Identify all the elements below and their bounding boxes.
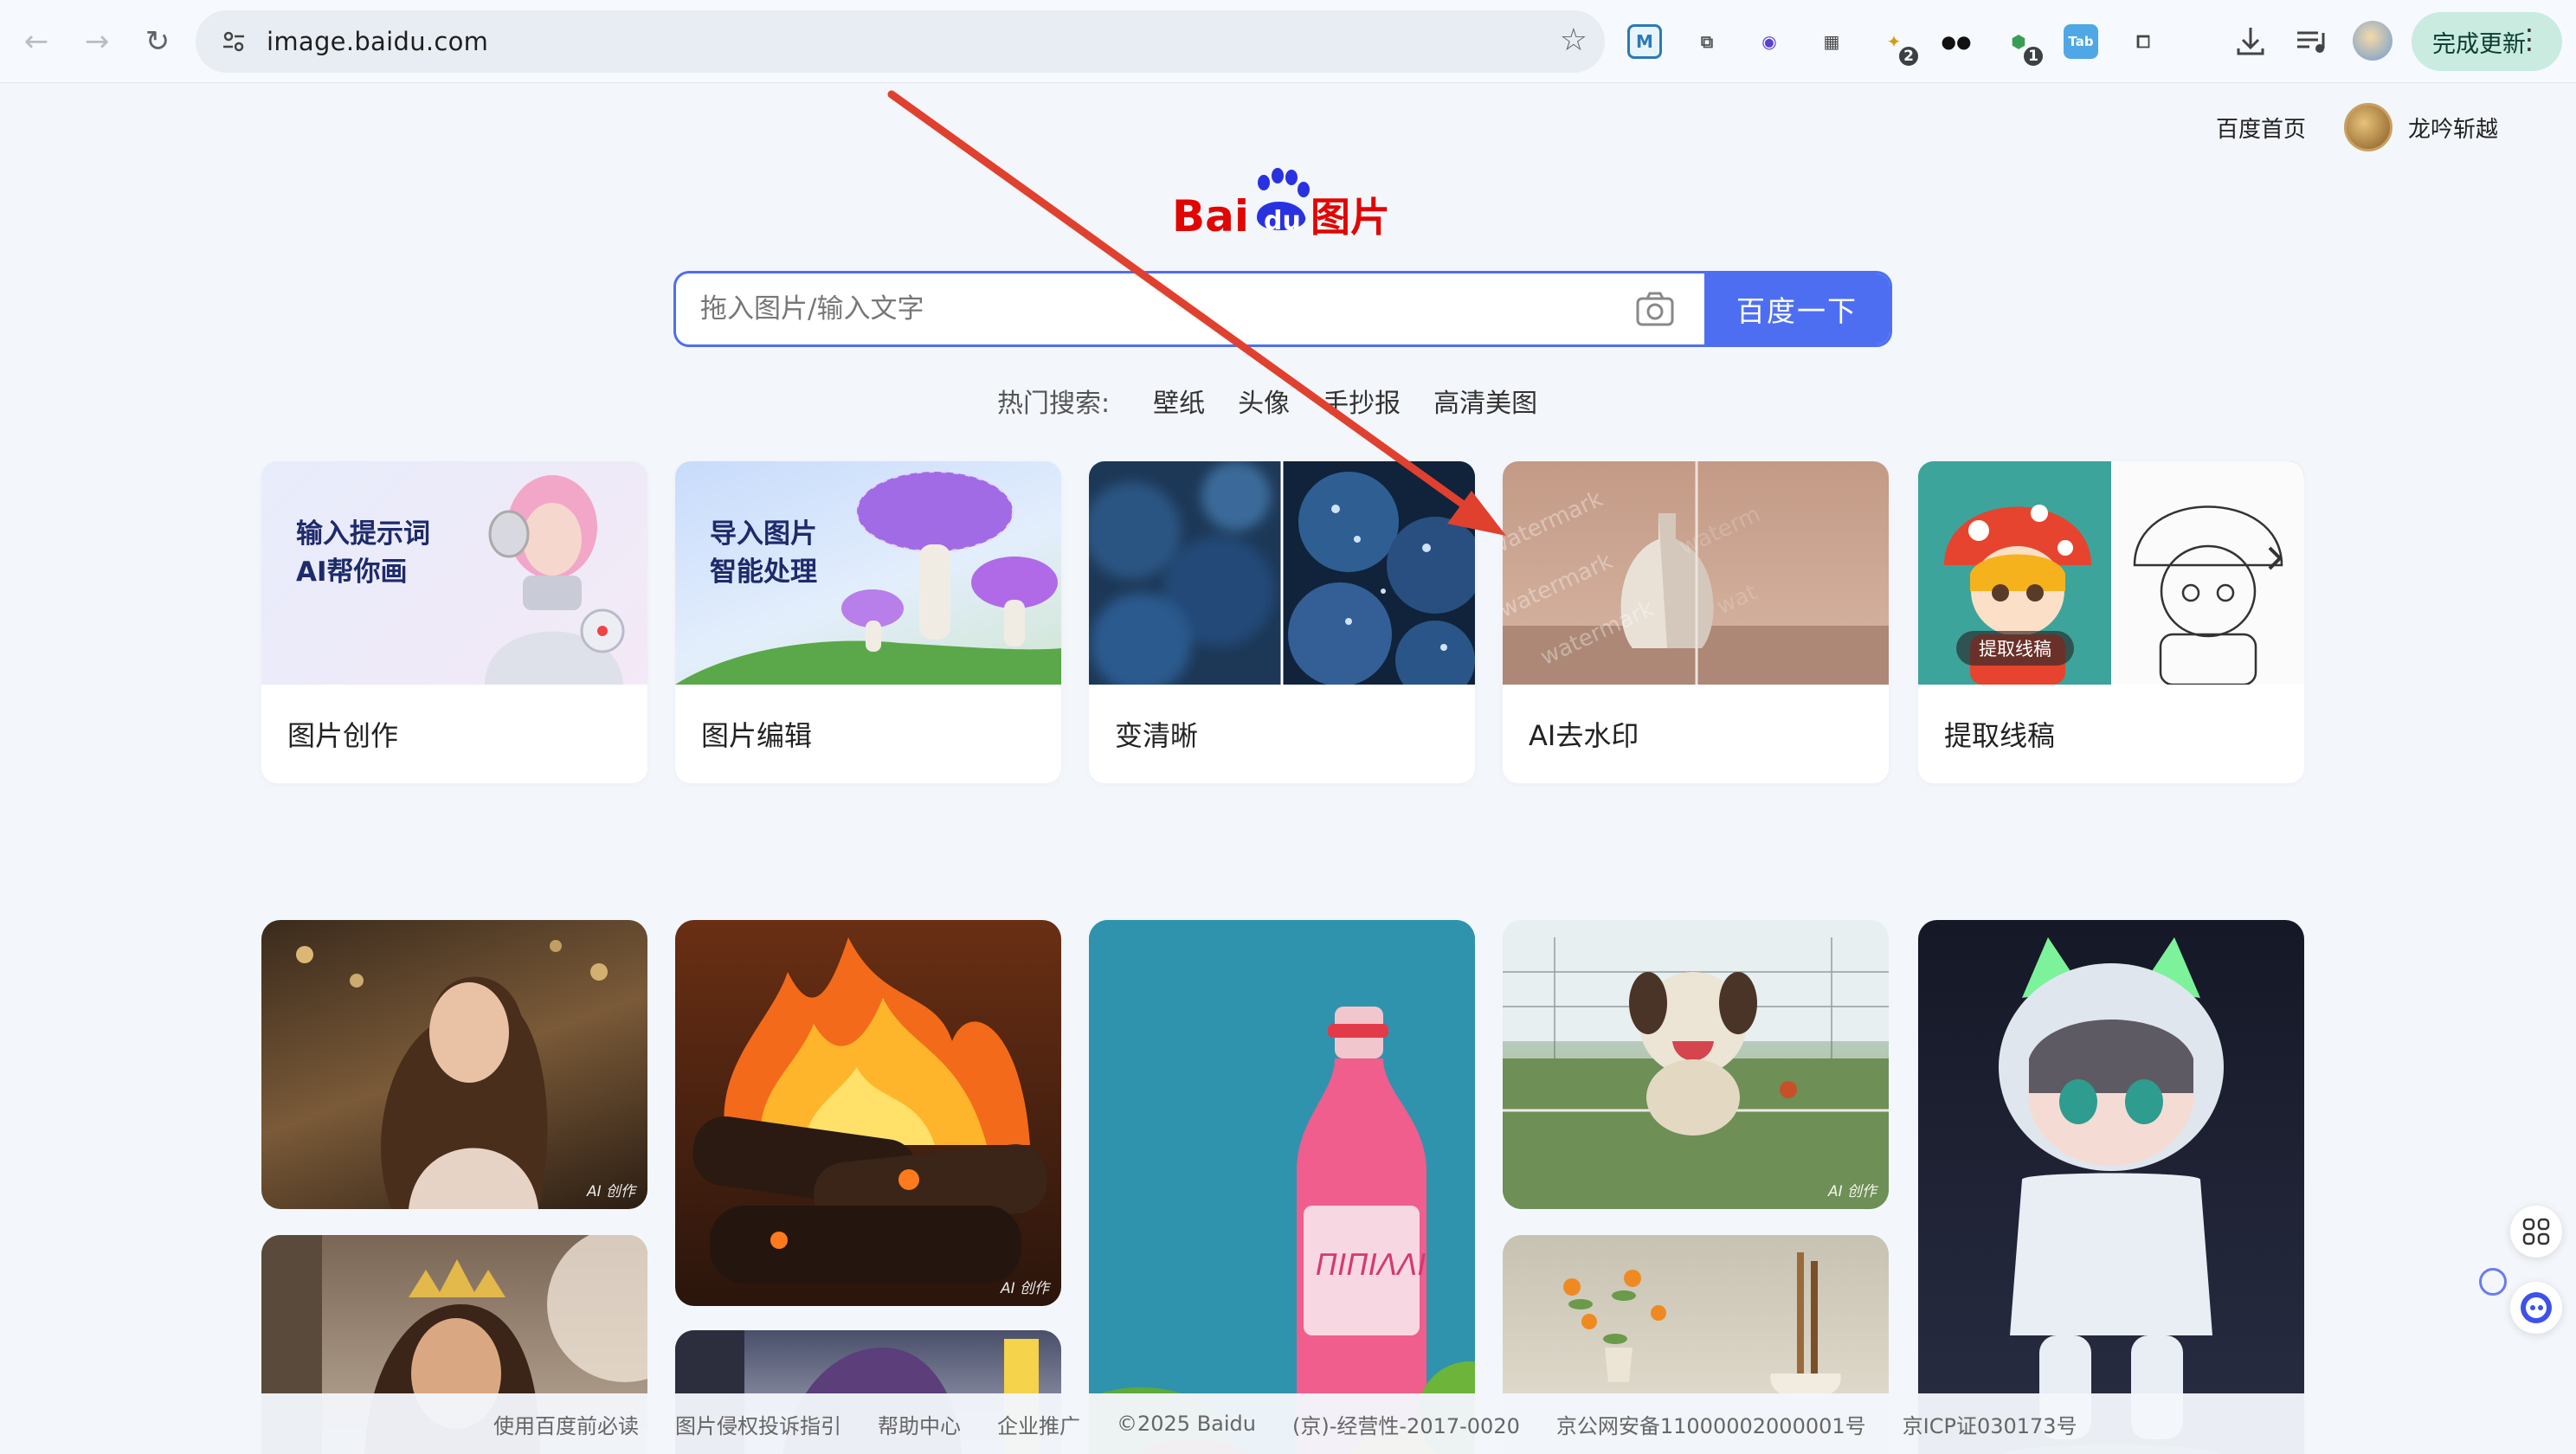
address-bar[interactable]: image.baidu.com ☆ [196,10,1605,73]
shield-extension-icon[interactable]: ⬢ 1 [2001,24,2045,68]
baidu-image-logo[interactable]: Bai du 图片 [1170,164,1395,241]
image-edit-thumb: 导入图片 智能处理 [675,461,1061,685]
bookmark-star-icon[interactable]: ☆ [1560,23,1587,58]
footer-link-2[interactable]: 帮助中心 [878,1409,961,1439]
tool-card-sharpen[interactable]: 变清晰 [1089,461,1475,783]
logo-suffix: 图片 [1311,194,1390,241]
footer-link-4[interactable]: ©2025 Baidu [1117,1412,1256,1436]
more-menu-icon[interactable]: ⋮ [2515,23,2543,55]
tool-label-image-edit: 图片编辑 [701,719,813,752]
forward-icon[interactable]: → [73,17,121,66]
tool-card-image-creation[interactable]: 输入提示词 AI帮你画 图片创作 [261,461,647,783]
extensions-bar: M ⧉ ◉ ▦ ✦ 2 ●● ⬢ 1 Tab ⧠ [1627,14,2188,69]
reload-icon[interactable]: ↻ [133,17,182,66]
extract-lineart-thumb: 提取线稿 [1918,461,2304,685]
tab-extension-icon[interactable]: Tab [2064,24,2098,59]
header-links: 百度首页 龙吟斩越 [2216,103,2498,151]
ai-creation-tag-fire: AI 创作 [1000,1280,1049,1297]
search-box: 百度一下 [673,271,1892,347]
download-icon[interactable] [2231,23,2270,64]
gallery-image-woman-bar[interactable]: AI 创作 [261,920,647,1209]
copy-extension-icon[interactable]: ⧉ [1690,24,1724,59]
ai-creation-tag: AI 创作 [586,1183,635,1200]
browser-toolbar: ← → ↻ image.baidu.com ☆ M ⧉ ◉ ▦ ✦ 2 ●● ⬢ 1 Tab ⧠ 完… [0,0,2576,83]
tool-label-extract-lineart: 提取线稿 [1944,719,2056,752]
finish-update-button[interactable]: 完成更新 ⋮ [2412,12,2562,71]
svg-text:watermark: watermark [1503,548,1617,623]
ai-assistant-icon[interactable] [2510,1282,2562,1334]
puzzle-extension-icon[interactable]: ⧠ [2126,24,2161,59]
logo-bai: Bai [1172,191,1249,241]
profile-avatar[interactable] [2353,21,2392,61]
tool-label-remove-watermark: AI去水印 [1529,719,1639,752]
hot-item-avatar[interactable]: 头像 [1238,382,1290,420]
creation-overlay-line2: AI帮你画 [296,557,408,588]
creation-overlay-line1: 输入提示词 [296,518,430,550]
footer-link-3[interactable]: 企业推广 [997,1409,1080,1439]
username[interactable]: 龙吟斩越 [2408,112,2498,144]
user-avatar[interactable] [2343,103,2392,151]
logo-du: du [1264,206,1301,236]
shield-extension-badge: 1 [2022,45,2045,68]
page-content: 百度首页 龙吟斩越 Bai du 图片 百度一下 热门搜索: 壁纸 头像 手抄报… [0,84,2576,1454]
footer-link-7[interactable]: 京ICP证030173号 [1903,1409,2077,1439]
apps-grid-icon[interactable] [2510,1206,2562,1258]
hot-item-handcopy[interactable]: 手抄报 [1323,382,1401,420]
search-button[interactable]: 百度一下 [1704,273,1890,344]
extract-lineart-chip: 提取线稿 [1956,631,2074,666]
tool-card-extract-lineart[interactable]: 提取线稿 提取线稿 [1918,461,2304,783]
footer-link-5[interactable]: (京)-经营性-2017-0020 [1292,1409,1520,1439]
side-c-icon[interactable] [2479,1268,2507,1296]
footer-link-0[interactable]: 使用百度前必读 [493,1409,639,1439]
hot-item-wallpaper[interactable]: 壁纸 [1153,382,1205,420]
gallery-image-dog[interactable]: AI 创作 [1503,920,1889,1209]
svg-text:ΠΙΠΙΛΛΙ: ΠΙΠΙΛΛΙ [1316,1248,1426,1283]
image-creation-thumb: 输入提示词 AI帮你画 [261,461,647,685]
search-input[interactable] [676,273,1708,344]
baidu-home-link[interactable]: 百度首页 [2216,112,2306,144]
url-text: image.baidu.com [267,27,489,56]
tool-card-remove-watermark[interactable]: watermark watermark watermark waterm wat AI… [1503,461,1889,783]
gallery-image-figurine[interactable] [1918,920,2304,1454]
camera-icon[interactable] [1635,291,1675,327]
pet-extension-badge: 2 [1897,45,1920,68]
footer-link-6[interactable]: 京公网安备11000002000001号 [1556,1409,1866,1439]
back-icon[interactable]: ← [12,17,61,66]
tool-label-image-creation: 图片创作 [287,719,399,752]
sharpen-thumb [1089,461,1475,685]
svg-text:waterm: waterm [1676,501,1764,561]
tool-card-image-edit[interactable]: 导入图片 智能处理 图片编辑 [675,461,1061,783]
hot-searches-label: 热门搜索: [997,389,1111,419]
hot-item-hd[interactable]: 高清美图 [1433,382,1537,420]
finish-update-label: 完成更新 [2432,30,2526,58]
footer-link-1[interactable]: 图片侵权投诉指引 [675,1409,841,1439]
gallery-image-pink-drink[interactable]: ΠΙΠΙΛΛΙ [1089,920,1475,1454]
gallery-image-fire[interactable]: AI 创作 [675,920,1061,1306]
svg-text:watermark: watermark [1503,486,1607,562]
pet-extension-icon[interactable]: ✦ 2 [1877,24,1920,68]
ai-creation-tag-dog: AI 创作 [1827,1183,1877,1200]
tool-label-sharpen: 变清晰 [1115,719,1199,752]
qr-extension-icon[interactable]: ▦ [1814,24,1849,59]
svg-text:wat: wat [1713,579,1761,620]
hot-searches: 热门搜索: 壁纸 头像 手抄报 高清美图 [997,382,1570,420]
site-settings-icon[interactable] [216,24,251,59]
face-extension-icon[interactable]: ◉ [1752,24,1787,59]
m-extension-icon[interactable]: M [1627,24,1662,59]
mask-extension-icon[interactable]: ●● [1939,24,1974,59]
remove-watermark-thumb: watermark watermark watermark waterm wat [1503,461,1889,685]
media-control-icon[interactable] [2292,23,2330,64]
page-footer: 使用百度前必读 图片侵权投诉指引 帮助中心 企业推广 ©2025 Baidu (京)-经营… [0,1393,2576,1454]
